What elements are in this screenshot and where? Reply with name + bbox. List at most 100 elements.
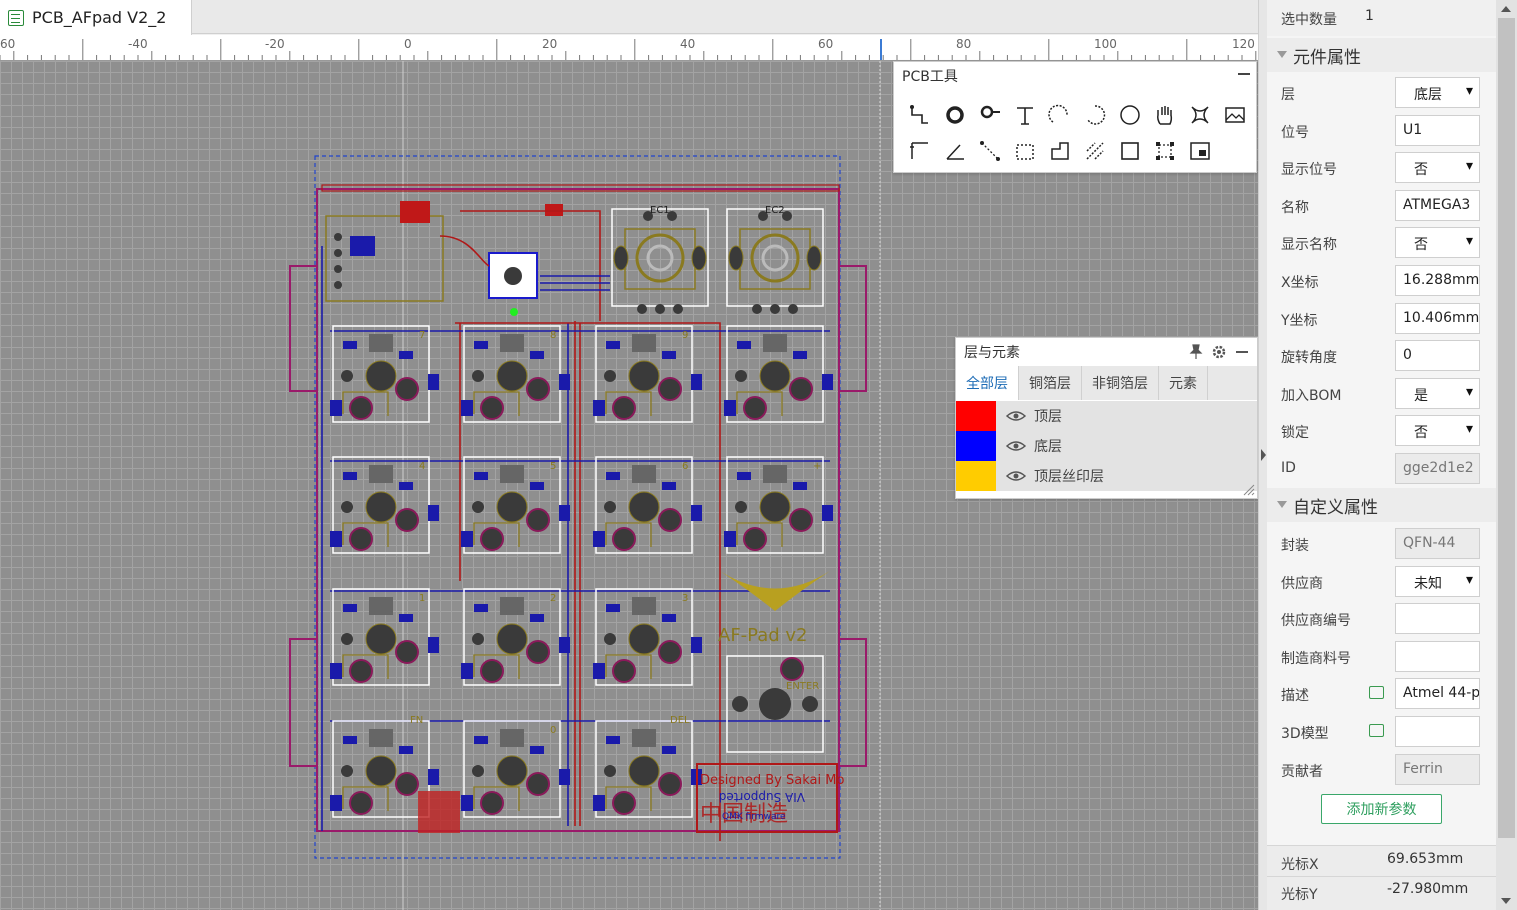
key-number-label: 1: [419, 593, 425, 604]
dimension-icon[interactable]: [902, 138, 937, 164]
key-switch: 0: [461, 720, 570, 818]
key-number-label: +: [813, 461, 821, 472]
key-number-label: 2: [550, 593, 556, 604]
layer-name: 底层: [1034, 439, 1062, 455]
edit-icon[interactable]: [1369, 724, 1384, 737]
resize-grip-icon[interactable]: [1241, 482, 1255, 496]
property-input[interactable]: U1: [1395, 114, 1480, 146]
silk-qmk-text: QMK firmware: [722, 812, 786, 822]
key-switch: [593, 720, 702, 818]
property-select[interactable]: 否: [1395, 227, 1480, 259]
fn-label: FN: [410, 715, 423, 726]
pin-icon[interactable]: [1189, 344, 1203, 360]
layers-panel: 层与元素 全部层 铜箔层 非铜箔层 元素 顶层 底层 顶层丝印层: [955, 337, 1258, 499]
selected-count-row: 选中数量 1: [1267, 0, 1496, 36]
ruler-label: 100: [1094, 37, 1117, 51]
property-label: 显示名称: [1281, 237, 1337, 254]
property-select[interactable]: 否: [1395, 415, 1480, 447]
scroll-down-icon[interactable]: [1496, 894, 1517, 908]
gear-icon[interactable]: [1211, 344, 1227, 360]
ruler-label: 40: [680, 37, 696, 51]
property-select[interactable]: 未知: [1395, 565, 1480, 597]
eye-icon[interactable]: [1006, 440, 1026, 452]
properties-scrollbar[interactable]: [1496, 0, 1517, 910]
property-select[interactable]: 是: [1395, 377, 1480, 409]
property-input[interactable]: [1395, 716, 1480, 747]
key-number-label: 7: [419, 330, 425, 341]
property-input[interactable]: Atmel 44-p: [1395, 678, 1480, 710]
layer-color-swatch[interactable]: [956, 461, 996, 491]
eye-icon[interactable]: [1006, 470, 1026, 482]
property-input[interactable]: 16.288mm: [1395, 265, 1480, 296]
layer-name: 顶层丝印层: [1034, 469, 1104, 485]
minimize-icon[interactable]: [1238, 73, 1250, 75]
pad-icon[interactable]: [972, 102, 1007, 128]
ruler-label: 20: [542, 37, 558, 51]
encoder-label: EC2: [765, 205, 785, 216]
property-input[interactable]: ATMEGA3: [1395, 189, 1480, 221]
key-switch: 1: [330, 588, 439, 686]
group-icon[interactable]: [1147, 138, 1182, 164]
layer-color-swatch[interactable]: [956, 401, 996, 431]
key-number-label: 6: [682, 461, 688, 472]
scrollbar-thumb[interactable]: [1498, 18, 1515, 838]
property-select[interactable]: 底层: [1395, 77, 1480, 108]
outline-icon[interactable]: [1042, 138, 1077, 164]
board-outline-icon[interactable]: [1182, 138, 1217, 164]
text-icon[interactable]: [1007, 102, 1042, 128]
rect-select-icon[interactable]: [1007, 138, 1042, 164]
custom-properties-section[interactable]: 自定义属性: [1267, 488, 1496, 522]
pcb-tools-grid: [902, 102, 1252, 164]
pan-hand-icon[interactable]: [1147, 102, 1182, 128]
property-input[interactable]: [1395, 640, 1480, 672]
document-tab-bar: PCB_AFpad V2_2: [0, 0, 1260, 35]
key-switch: 7: [330, 325, 439, 423]
ruler-label: 120: [1232, 37, 1255, 51]
panel-splitter[interactable]: [1258, 0, 1267, 910]
property-row: 位号 U1: [1267, 112, 1496, 149]
track-icon[interactable]: [902, 102, 937, 128]
key-number-label: 3: [682, 593, 688, 604]
tab-copper-layers[interactable]: 铜箔层: [1019, 366, 1082, 400]
tab-elements[interactable]: 元素: [1159, 366, 1208, 400]
layer-row-top-silk[interactable]: 顶层丝印层: [956, 461, 1257, 491]
rectangle-icon[interactable]: [1112, 138, 1147, 164]
connect-pads-icon[interactable]: [1182, 102, 1217, 128]
property-row: 3D模型: [1267, 713, 1496, 750]
ruler-label: 80: [956, 37, 972, 51]
arc-icon[interactable]: [1042, 102, 1077, 128]
document-tab[interactable]: PCB_AFpad V2_2: [0, 0, 192, 35]
properties-panel: 选中数量 1 元件属性 层底层位号U1显示位号否名称ATMEGA3显示名称否X坐…: [1267, 0, 1496, 910]
copper-fill-icon[interactable]: [1077, 138, 1112, 164]
image-icon[interactable]: [1217, 102, 1252, 128]
property-label: 加入BOM: [1281, 387, 1342, 404]
via-icon[interactable]: [937, 102, 972, 128]
add-parameter-button[interactable]: 添加新参数: [1321, 794, 1442, 824]
layer-row-top[interactable]: 顶层: [956, 401, 1257, 431]
ruler-label: 0: [404, 37, 412, 51]
layer-row-bottom[interactable]: 底层: [956, 431, 1257, 461]
property-input[interactable]: 0: [1395, 340, 1480, 372]
property-select[interactable]: 否: [1395, 152, 1480, 184]
component-properties-section[interactable]: 元件属性: [1267, 38, 1496, 72]
property-input[interactable]: 10.406mm: [1395, 302, 1480, 334]
property-input[interactable]: [1395, 603, 1480, 635]
circle-icon[interactable]: [1112, 102, 1147, 128]
eye-icon[interactable]: [1006, 410, 1026, 422]
tab-all-layers[interactable]: 全部层: [956, 366, 1019, 400]
minimize-icon[interactable]: [1235, 344, 1249, 360]
angle-icon[interactable]: [937, 138, 972, 164]
cursor-readout: 光标X 69.653mm 光标Y -27.980mm: [1267, 845, 1496, 910]
ruler-label: -40: [128, 37, 148, 51]
key-switch: 4: [330, 456, 439, 554]
property-row: X坐标 16.288mm: [1267, 262, 1496, 299]
layer-color-swatch[interactable]: [956, 431, 996, 461]
arc-center-icon[interactable]: [1077, 102, 1112, 128]
connector-icon[interactable]: [972, 138, 1007, 164]
encoder-label: EC1: [650, 205, 670, 216]
layers-panel-header-icons: [1189, 344, 1249, 360]
edit-icon[interactable]: [1369, 686, 1384, 700]
scroll-up-icon[interactable]: [1496, 2, 1517, 16]
cursor-y-value: -27.980mm: [1387, 881, 1469, 897]
tab-non-copper-layers[interactable]: 非铜箔层: [1082, 366, 1159, 400]
